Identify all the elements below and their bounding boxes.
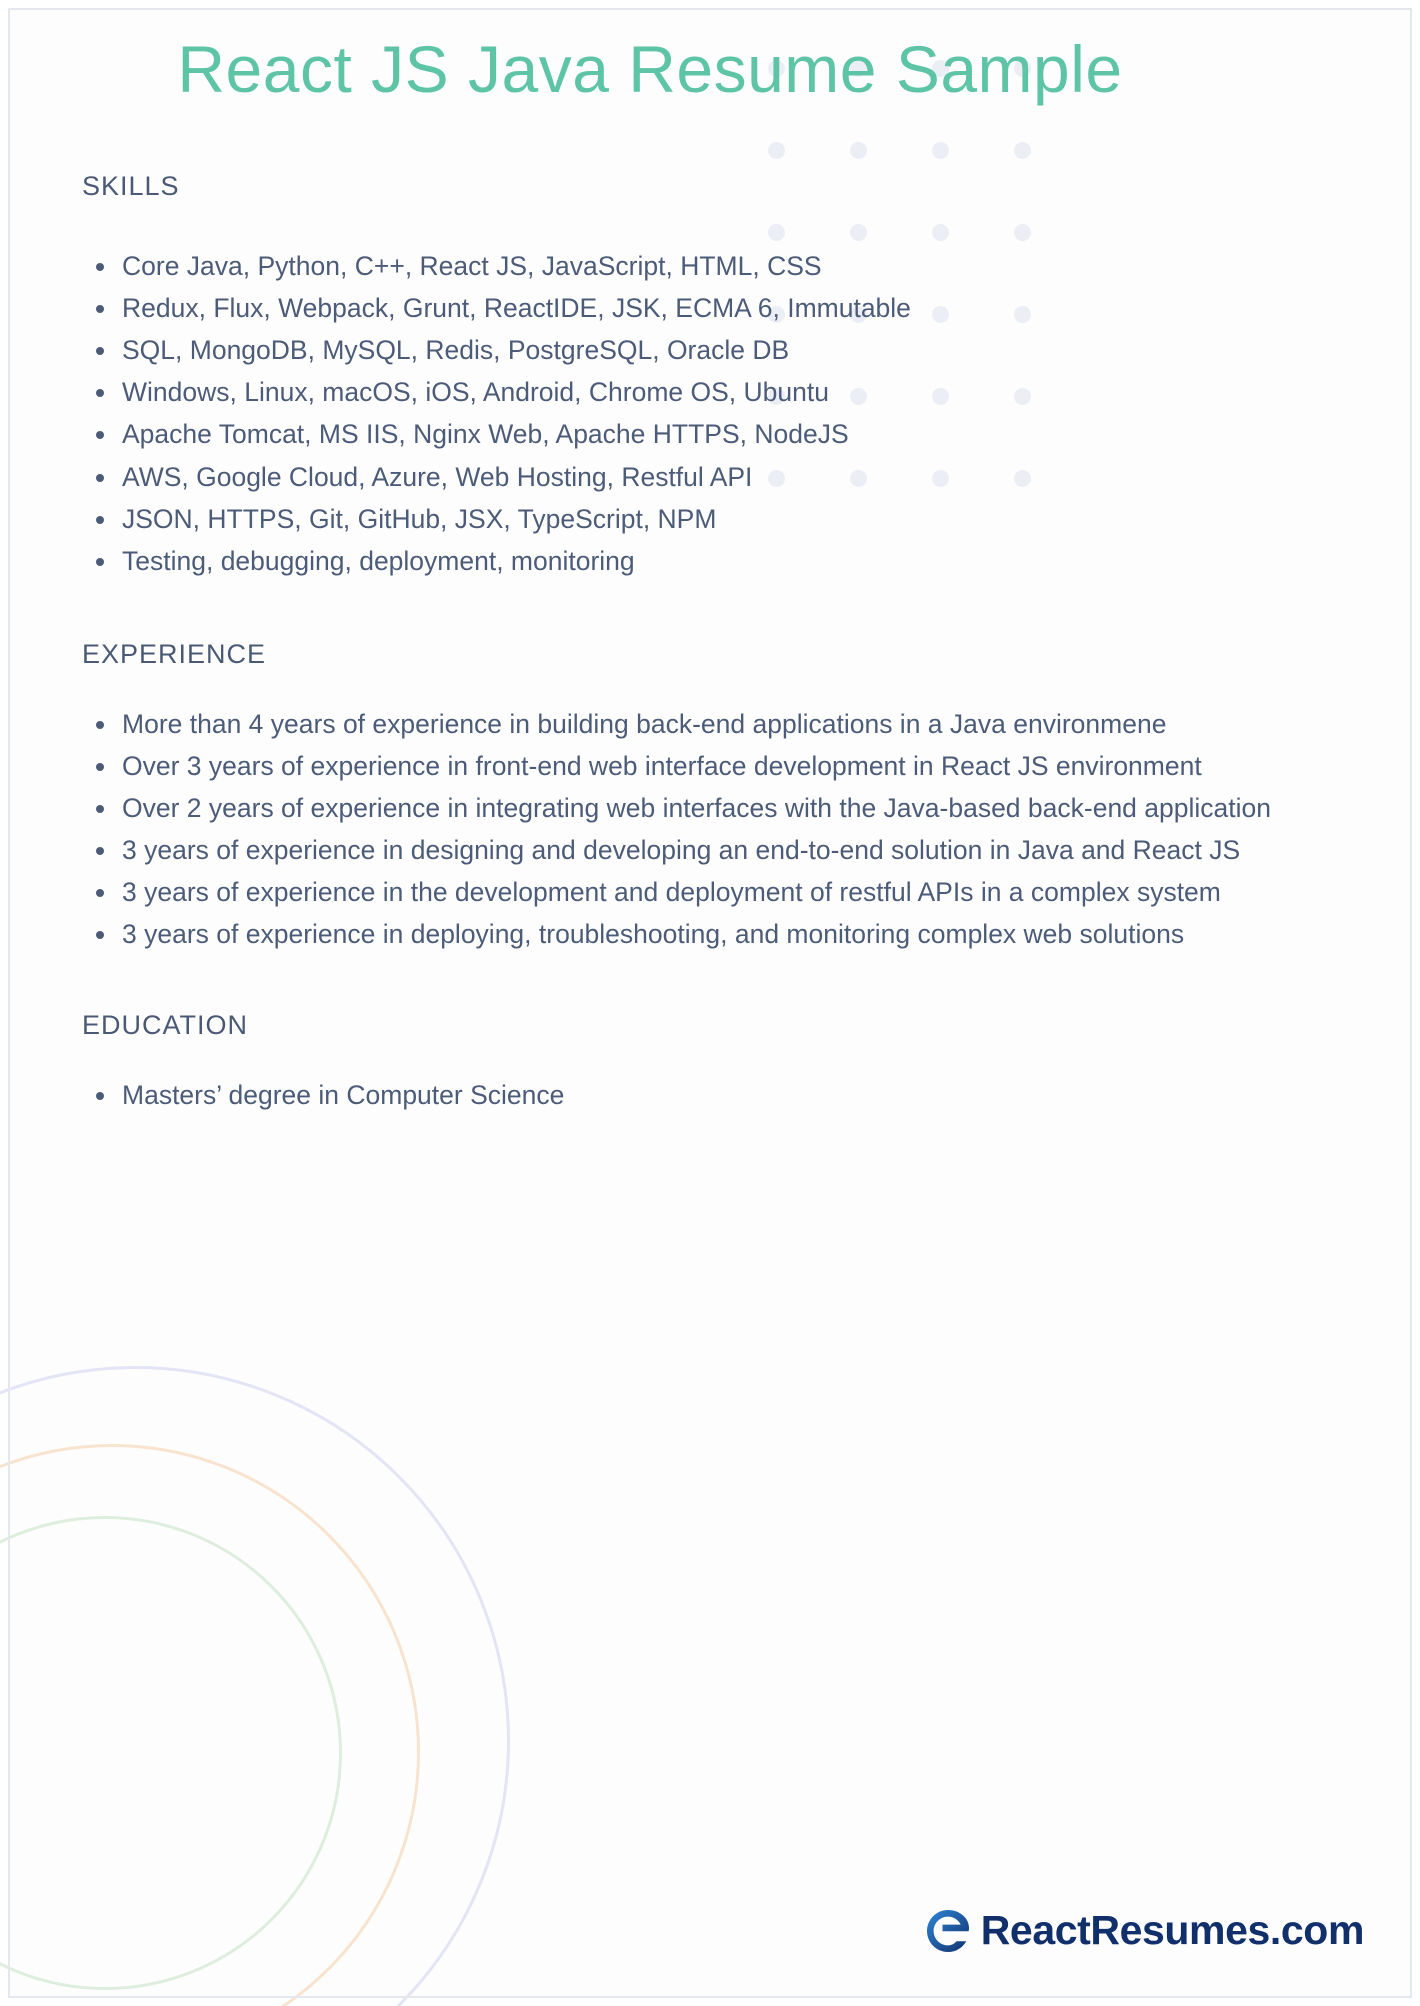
list-item: 3 years of experience in designing and d… (78, 832, 1360, 869)
page-title: React JS Java Resume Sample (177, 32, 1123, 106)
section-skills: SKILLS Core Java, Python, C++, React JS,… (78, 171, 1360, 580)
list-item: Redux, Flux, Webpack, Grunt, ReactIDE, J… (78, 290, 1360, 327)
list-item: AWS, Google Cloud, Azure, Web Hosting, R… (78, 459, 1360, 496)
section-heading-experience: EXPERIENCE (82, 638, 267, 669)
experience-list: More than 4 years of experience in build… (78, 706, 1360, 954)
section-experience: EXPERIENCE More than 4 years of experien… (78, 639, 1360, 954)
list-item: Testing, debugging, deployment, monitori… (78, 543, 1360, 580)
list-item: 3 years of experience in the development… (78, 874, 1360, 911)
section-heading-education: EDUCATION (82, 1010, 249, 1041)
resume-content: React JS Java Resume Sample SKILLS Core … (0, 0, 1420, 1115)
section-education: EDUCATION Masters’ degree in Computer Sc… (78, 1010, 1360, 1114)
footer-brand[interactable]: ReactResumes.com (925, 1907, 1364, 1954)
list-item: Over 2 years of experience in integratin… (78, 790, 1360, 827)
list-item: More than 4 years of experience in build… (78, 706, 1360, 743)
list-item: Over 3 years of experience in front-end … (78, 748, 1360, 785)
resume-page: React JS Java Resume Sample SKILLS Core … (0, 0, 1420, 2006)
education-list: Masters’ degree in Computer Science (78, 1077, 1360, 1114)
list-item: Masters’ degree in Computer Science (78, 1077, 1360, 1114)
list-item: SQL, MongoDB, MySQL, Redis, PostgreSQL, … (78, 332, 1360, 369)
list-item: Windows, Linux, macOS, iOS, Android, Chr… (78, 374, 1360, 411)
brand-wordmark: ReactResumes.com (980, 1907, 1365, 1954)
list-item: JSON, HTTPS, Git, GitHub, JSX, TypeScrip… (78, 501, 1360, 538)
react-resumes-swoosh-icon (925, 1908, 971, 1954)
skills-list: Core Java, Python, C++, React JS, JavaSc… (78, 248, 1360, 580)
brand-text: ReactResumes.com (980, 1907, 1365, 1953)
section-heading-skills: SKILLS (82, 171, 180, 202)
list-item: Apache Tomcat, MS IIS, Nginx Web, Apache… (78, 416, 1360, 453)
list-item: 3 years of experience in deploying, trou… (78, 916, 1360, 953)
list-item: Core Java, Python, C++, React JS, JavaSc… (78, 248, 1360, 285)
resume-sections: SKILLS Core Java, Python, C++, React JS,… (0, 171, 1420, 1114)
